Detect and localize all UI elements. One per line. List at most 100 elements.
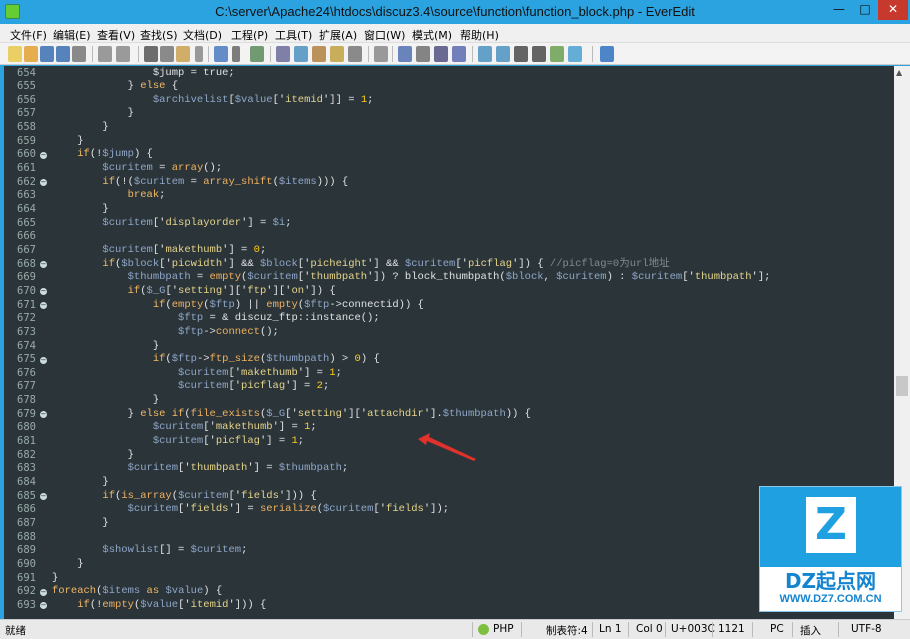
fold-toggle-icon[interactable]: − <box>40 288 47 296</box>
fold-toggle-icon[interactable]: − <box>40 151 47 159</box>
code-line[interactable]: } else if(file_exists($_G['setting']['at… <box>52 408 531 422</box>
code-line[interactable]: if(is_array($curitem['fields'])) { <box>52 490 316 504</box>
code-line[interactable]: $curitem['picflag'] = 2; <box>52 380 329 394</box>
menu-item-1[interactable]: 编辑(E) <box>53 27 91 43</box>
macro-record-icon[interactable] <box>452 46 466 62</box>
code-line[interactable]: } else { <box>52 80 178 94</box>
status-line-ending[interactable]: PC <box>770 623 784 635</box>
fold-toggle-icon[interactable]: − <box>40 356 47 364</box>
code-line[interactable]: if($_G['setting']['ftp']['on']) { <box>52 285 336 299</box>
language-icon[interactable] <box>478 624 489 635</box>
code-line[interactable]: if(!empty($value['itemid'])) { <box>52 599 266 613</box>
paste-icon[interactable] <box>176 46 190 62</box>
fold-toggle-icon[interactable]: − <box>40 411 47 419</box>
menu-item-10[interactable]: 帮助(H) <box>460 27 499 43</box>
fold-toggle-icon[interactable]: − <box>40 179 47 187</box>
scrollbar-thumb[interactable] <box>896 376 908 396</box>
goto-icon[interactable] <box>330 46 344 62</box>
fold-toggle-icon[interactable]: − <box>40 602 47 610</box>
title-bar[interactable]: C:\server\Apache24\htdocs\discuz3.4\sour… <box>0 0 910 24</box>
code-line[interactable]: } <box>52 121 108 135</box>
menu-item-5[interactable]: 工程(P) <box>231 27 268 43</box>
code-line[interactable]: } <box>52 203 108 217</box>
fold-toggle-icon[interactable]: − <box>40 493 47 501</box>
menu-item-9[interactable]: 模式(M) <box>412 27 452 43</box>
status-language[interactable]: PHP <box>493 623 514 635</box>
new-file-icon[interactable] <box>8 46 22 62</box>
code-line[interactable]: $archivelist[$value['itemid']] = 1; <box>52 94 374 108</box>
copy-icon[interactable] <box>160 46 174 62</box>
close-button[interactable]: ✕ <box>878 0 908 20</box>
refresh-icon[interactable] <box>568 46 582 62</box>
browser-icon[interactable] <box>550 46 564 62</box>
code-line[interactable]: $curitem['makethumb'] = 1; <box>52 421 317 435</box>
open-file-icon[interactable] <box>24 46 38 62</box>
code-line[interactable]: } <box>52 449 134 463</box>
menu-item-4[interactable]: 文档(D) <box>183 27 222 43</box>
code-line[interactable]: } <box>52 107 134 121</box>
menu-item-2[interactable]: 查看(V) <box>97 27 135 43</box>
split-icon[interactable] <box>496 46 510 62</box>
code-line[interactable]: $showlist[] = $curitem; <box>52 544 247 558</box>
paste-dropdown-icon[interactable] <box>195 46 203 62</box>
wrap-dropdown-icon[interactable] <box>232 46 240 62</box>
maximize-button[interactable]: □ <box>852 0 878 20</box>
status-insert-mode[interactable]: 插入 <box>800 623 821 638</box>
code-line[interactable]: if(empty($ftp) || empty($ftp->connectid)… <box>52 299 424 313</box>
code-line[interactable]: $thumbpath = empty($curitem['thumbpath']… <box>52 271 771 285</box>
outline-icon[interactable] <box>250 46 264 62</box>
code-line[interactable]: $curitem['fields'] = serialize($curitem[… <box>52 503 449 517</box>
find-icon[interactable] <box>276 46 290 62</box>
save-all-icon[interactable] <box>56 46 70 62</box>
minimize-button[interactable]: — <box>826 0 852 20</box>
window-icon[interactable] <box>532 46 546 62</box>
replace-icon[interactable] <box>294 46 308 62</box>
code-line[interactable]: $curitem = array(); <box>52 162 222 176</box>
menu-item-8[interactable]: 窗口(W) <box>364 27 405 43</box>
code-line[interactable]: } <box>52 558 83 572</box>
code-line[interactable]: if(!$jump) { <box>52 148 153 162</box>
code-line[interactable]: $curitem['picflag'] = 1; <box>52 435 304 449</box>
redo-icon[interactable] <box>116 46 130 62</box>
status-encoding[interactable]: UTF-8 <box>851 623 882 635</box>
code-line[interactable]: break; <box>52 189 166 203</box>
code-line[interactable]: foreach($items as $value) { <box>52 585 222 599</box>
cut-icon[interactable] <box>144 46 158 62</box>
code-line[interactable]: } <box>52 340 159 354</box>
fold-toggle-icon[interactable]: − <box>40 261 47 269</box>
menu-item-7[interactable]: 扩展(A) <box>319 27 357 43</box>
code-line[interactable]: if($block['picwidth'] && $block['picheig… <box>52 258 669 272</box>
code-line[interactable]: } <box>52 394 159 408</box>
undo-icon[interactable] <box>98 46 112 62</box>
fold-toggle-icon[interactable]: − <box>40 588 47 596</box>
code-line[interactable]: if($ftp->ftp_size($thumbpath) > 0) { <box>52 353 380 367</box>
column-mode-icon[interactable] <box>374 46 388 62</box>
macro-run-icon[interactable] <box>434 46 448 62</box>
menu-item-3[interactable]: 查找(S) <box>140 27 178 43</box>
code-line[interactable]: } <box>52 476 108 490</box>
print-icon[interactable] <box>72 46 86 62</box>
bookmark-icon[interactable] <box>348 46 362 62</box>
find-in-files-icon[interactable] <box>312 46 326 62</box>
help-icon[interactable] <box>600 46 614 62</box>
wrap-icon[interactable] <box>214 46 228 62</box>
fold-toggle-icon[interactable]: − <box>40 302 47 310</box>
macro-icon[interactable] <box>416 46 430 62</box>
menu-item-6[interactable]: 工具(T) <box>275 27 312 43</box>
panel-icon[interactable] <box>478 46 492 62</box>
code-line[interactable]: $ftp->connect(); <box>52 326 279 340</box>
code-line[interactable]: $jump = true; <box>52 67 235 81</box>
code-line[interactable]: $curitem['displayorder'] = $i; <box>52 217 291 231</box>
run-icon[interactable] <box>398 46 412 62</box>
code-line[interactable]: $ftp = & discuz_ftp::instance(); <box>52 312 380 326</box>
code-line[interactable]: $curitem['makethumb'] = 0; <box>52 244 266 258</box>
code-line[interactable]: $curitem['makethumb'] = 1; <box>52 367 342 381</box>
code-line[interactable]: } <box>52 572 58 586</box>
code-line[interactable]: $curitem['thumbpath'] = $thumbpath; <box>52 462 349 476</box>
menu-item-0[interactable]: 文件(F) <box>10 27 47 43</box>
status-tab-size[interactable]: 制表符:4 <box>546 623 588 638</box>
code-line[interactable]: if(!($curitem = array_shift($items))) { <box>52 176 348 190</box>
save-icon[interactable] <box>40 46 54 62</box>
scroll-up-icon[interactable]: ▲ <box>896 68 902 77</box>
layout-icon[interactable] <box>514 46 528 62</box>
